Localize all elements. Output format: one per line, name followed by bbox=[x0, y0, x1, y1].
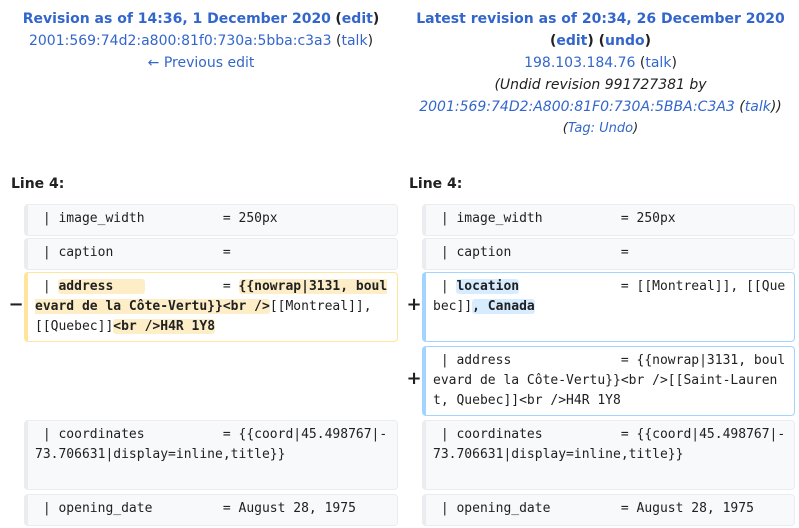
right-line-number: Line 4: bbox=[409, 176, 463, 192]
context-line-image-width-right: | image_width = 250px bbox=[422, 204, 795, 236]
added-line-address: | address = {{nowrap|3131, boulevard de … bbox=[422, 346, 795, 416]
left-line-number: Line 4: bbox=[11, 176, 65, 192]
summary-talk-link[interactable]: talk bbox=[745, 99, 771, 115]
added-text: | bbox=[433, 279, 457, 294]
edit-summary: (Undid revision 991727381 by bbox=[402, 74, 799, 96]
right-talk-link[interactable]: talk bbox=[645, 55, 671, 71]
deleted-word: <br />H4R 1Y8 bbox=[113, 319, 216, 334]
deleted-text: | bbox=[35, 279, 59, 294]
right-revision-title-link[interactable]: Latest revision as of 20:34, 26 December… bbox=[416, 11, 784, 27]
left-user-link[interactable]: 2001:569:74d2:a800:81f0:730a:5bba:c3a3 bbox=[29, 33, 332, 49]
left-revision-header: Revision as of 14:36, 1 December 2020 (e… bbox=[0, 8, 402, 74]
undo-link[interactable]: undo bbox=[605, 33, 645, 49]
deleted-line-address: | address = {{nowrap|3131, boulevard de … bbox=[24, 272, 398, 342]
right-edit-wrap: (edit) (undo) bbox=[549, 33, 652, 49]
context-line-caption-right: | caption = bbox=[422, 238, 795, 270]
left-edit-wrap: (edit) bbox=[335, 11, 380, 27]
right-user-link[interactable]: 198.103.184.76 bbox=[524, 55, 635, 71]
context-line-coordinates-left: | coordinates = {{coord|45.498767|-73.70… bbox=[24, 420, 398, 490]
left-talk-wrap: (talk) bbox=[336, 33, 374, 49]
previous-edit-link[interactable]: ← Previous edit bbox=[148, 55, 255, 71]
added-word: location bbox=[456, 279, 520, 294]
tag-label-link[interactable]: Tag: bbox=[568, 121, 595, 136]
tag-line: (Tag: Undo) bbox=[562, 121, 639, 136]
context-line-image-width-left: | image_width = 250px bbox=[24, 204, 398, 236]
context-line-caption-left: | caption = bbox=[24, 238, 398, 270]
tag-value-link[interactable]: Undo bbox=[599, 121, 633, 136]
right-revision-header: Latest revision as of 20:34, 26 December… bbox=[402, 8, 799, 140]
right-edit-link[interactable]: edit bbox=[556, 33, 587, 49]
edit-summary-prefix: (Undid revision 991727381 by bbox=[494, 77, 707, 93]
added-line-location: | location = [[Montreal]], [[Quebec]], C… bbox=[422, 272, 795, 342]
deleted-word: address bbox=[58, 279, 145, 294]
context-line-opening-date-left: | opening_date = August 28, 1975 bbox=[24, 494, 398, 526]
summary-user-link[interactable]: 2001:569:74D2:A800:81F0:730A:5BBA:C3A3 bbox=[419, 99, 735, 115]
added-word: , Canada bbox=[472, 299, 535, 314]
context-line-opening-date-right: | opening_date = August 28, 1975 bbox=[422, 494, 795, 526]
right-talk-wrap: (talk) bbox=[639, 55, 677, 71]
context-line-coordinates-right: | coordinates = {{coord|45.498767|-73.70… bbox=[422, 420, 795, 490]
left-revision-title-link[interactable]: Revision as of 14:36, 1 December 2020 bbox=[23, 11, 331, 27]
left-talk-link[interactable]: talk bbox=[341, 33, 367, 49]
added-line-marker: + bbox=[406, 368, 422, 389]
left-edit-link[interactable]: edit bbox=[342, 11, 373, 27]
deleted-text: = bbox=[144, 279, 239, 294]
summary-talk-wrap: (talk)) bbox=[739, 99, 782, 115]
deleted-line-marker: − bbox=[8, 294, 24, 315]
added-line-marker: + bbox=[406, 294, 422, 315]
